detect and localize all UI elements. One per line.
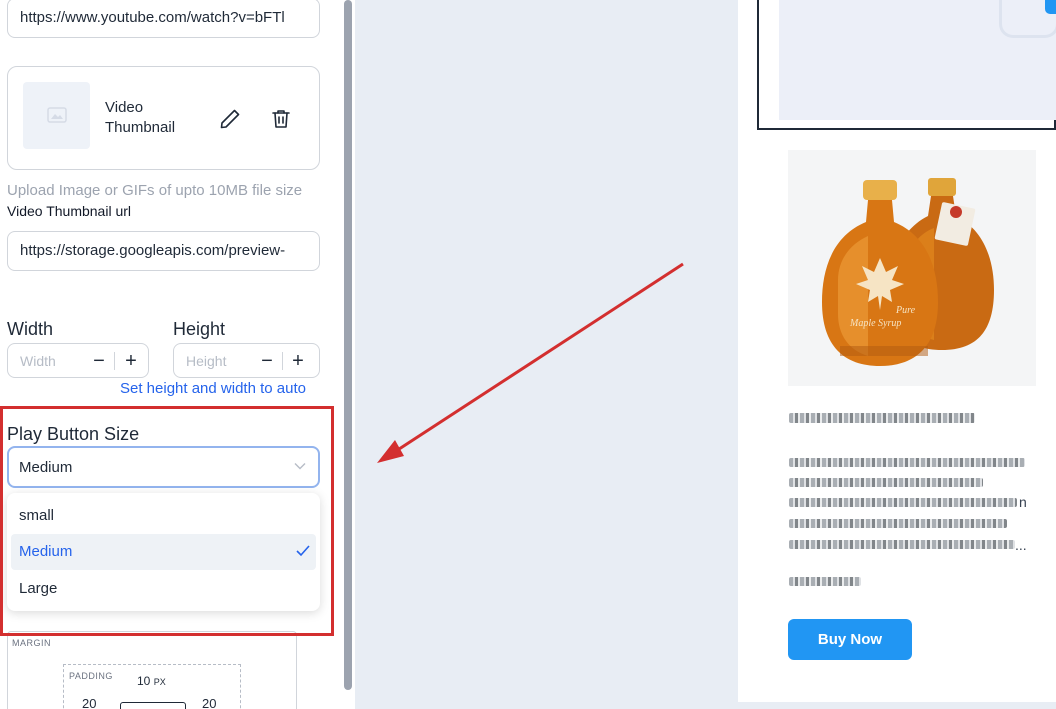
video-block-preview[interactable]: [757, 0, 1056, 130]
content-box: [120, 702, 186, 709]
play-button-accent: [1045, 0, 1056, 14]
thumbnail-url-input[interactable]: https://storage.googleapis.com/preview-: [7, 231, 320, 271]
width-placeholder: Width: [20, 353, 56, 369]
height-stepper-divider: [282, 352, 283, 370]
maple-syrup-bottles-image: Pure Maple Syrup: [788, 150, 1036, 386]
auto-size-link[interactable]: Set height and width to auto: [120, 380, 306, 397]
svg-text:Pure: Pure: [895, 305, 916, 316]
trash-icon[interactable]: [269, 107, 293, 131]
description-line-1: [789, 458, 1025, 467]
height-stepper[interactable]: Height − +: [173, 343, 320, 378]
panel-scrollbar[interactable]: [344, 0, 352, 690]
padding-top-value[interactable]: 10 PX: [137, 674, 166, 688]
video-url-input[interactable]: https://www.youtube.com/watch?v=bFTl: [7, 0, 320, 38]
description-line-2: [789, 478, 983, 487]
padding-top-number: 10: [137, 674, 151, 688]
price-blurred: [789, 577, 861, 586]
width-increment-button[interactable]: +: [120, 348, 142, 374]
padding-box: PADDING 10 PX 20 20: [63, 664, 241, 709]
svg-text:Maple Syrup: Maple Syrup: [849, 318, 901, 329]
upload-hint: Upload Image or GIFs of upto 10MB file s…: [7, 182, 303, 199]
height-placeholder: Height: [186, 353, 227, 369]
thumbnail-label: Video Thumbnail: [105, 99, 176, 136]
thumbnail-card: Video Thumbnail: [7, 66, 320, 170]
preview-bottom-edge: [738, 702, 1056, 709]
padding-label: PADDING: [69, 671, 113, 681]
thumbnail-preview: [23, 82, 90, 149]
description-line-4: [789, 519, 1007, 528]
margin-label: MARGIN: [12, 638, 51, 648]
buy-now-button[interactable]: Buy Now: [788, 619, 912, 660]
padding-right-value[interactable]: 20: [202, 696, 216, 709]
product-title-blurred: [789, 413, 975, 423]
pencil-icon[interactable]: [218, 107, 242, 131]
description-line-3: [789, 498, 1017, 507]
height-increment-button[interactable]: +: [287, 348, 309, 374]
padding-top-unit: PX: [153, 677, 166, 687]
width-stepper[interactable]: Width − +: [7, 343, 149, 378]
width-label: Width: [7, 319, 54, 339]
video-thumbnail-preview: [779, 0, 1056, 120]
height-decrement-button[interactable]: −: [256, 348, 278, 374]
description-line-5: [789, 540, 1015, 549]
spacing-editor: MARGIN PADDING 10 PX 20 20: [7, 631, 297, 709]
description-line-3-end: n: [1019, 494, 1027, 510]
product-image: Pure Maple Syrup: [788, 150, 1036, 386]
height-label: Height: [173, 319, 226, 339]
editor-canvas: [355, 0, 738, 709]
annotation-highlight-box: [0, 406, 334, 636]
thumbnail-url-label: Video Thumbnail url: [7, 203, 132, 219]
padding-left-value[interactable]: 20: [82, 696, 96, 709]
width-decrement-button[interactable]: −: [88, 348, 110, 374]
width-stepper-divider: [114, 352, 115, 370]
image-icon: [47, 107, 67, 123]
description-ellipsis: ...: [1015, 537, 1027, 553]
